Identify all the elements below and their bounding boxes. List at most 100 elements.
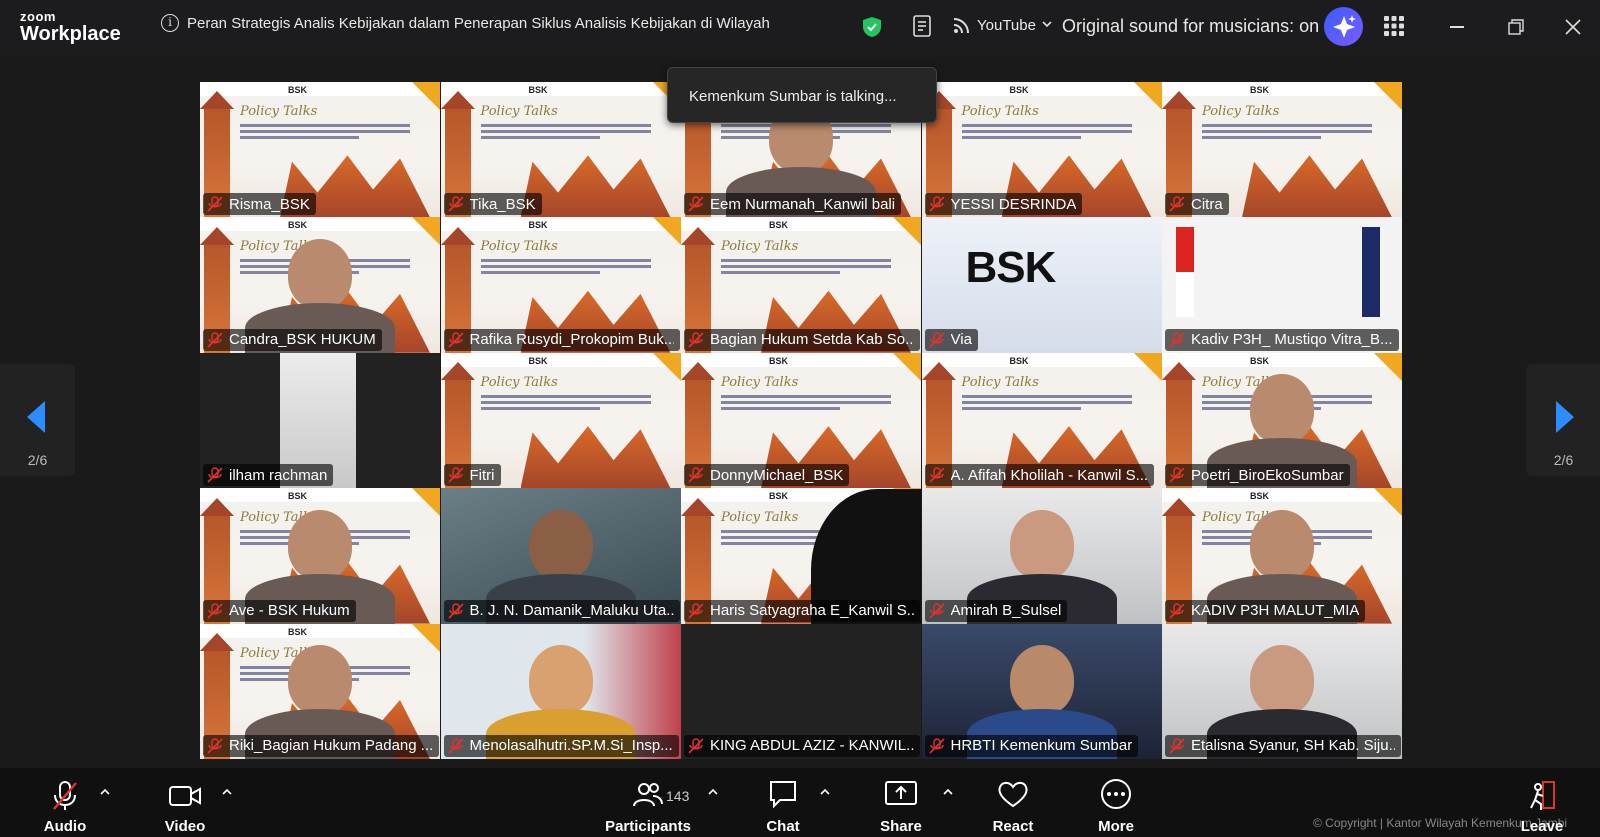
chat-button[interactable]: Chat [755,768,811,837]
transcript-icon[interactable] [912,14,934,38]
video-button[interactable]: Video [157,768,213,837]
participant-tile[interactable]: BSK Policy Talks Candra_BSK HUKUM [200,217,440,353]
apps-grid-icon[interactable] [1384,16,1404,36]
arrow-right-icon [1556,401,1574,433]
participant-tile[interactable]: BSK Policy Talks Fitri [440,352,681,489]
slide-header-band: BSK [1162,352,1402,367]
info-icon[interactable]: i [161,14,179,32]
slide-rumah-gadang-roof [520,155,671,218]
microphone-muted-icon [447,196,464,212]
slide-cursive-title: Policy Talks [480,239,558,255]
participants-options-chevron-icon[interactable] [707,786,719,798]
microphone-muted-icon [1169,738,1185,754]
previous-page-button[interactable]: 2/6 [0,364,75,476]
participant-name: ilham rachman [229,466,328,484]
participant-name-tag: B. J. N. Damanik_Maluku Uta... [443,599,680,622]
participant-tile[interactable]: BSK Policy Talks Bagian Hukum Setda Kab So… [681,217,921,353]
participant-tile[interactable]: BSK Via [921,217,1162,353]
video-camera-icon [169,786,201,806]
participant-tile[interactable]: Kadiv P3H_ Mustiqo Vitra_B... [1162,217,1402,353]
participant-tile[interactable]: BSK Policy Talks Risma_BSK [200,82,440,218]
participant-tile[interactable]: KING ABDUL AZIZ - KANWIL... [681,623,921,759]
participant-name: YESSI DESRINDA [950,195,1077,213]
participant-name: Poetri_BiroEkoSumbar [1191,466,1344,484]
participant-tile[interactable]: HRBTI Kemenkum Sumbar [921,623,1162,759]
audio-button[interactable]: Audio [37,768,93,837]
slide-text-lines [721,394,891,411]
participant-tile[interactable]: BSK Policy Talks Rafika Rusydi_Prokopim Bu… [440,217,681,353]
participant-tile[interactable]: BSK Policy Talks Riki_Bagian Hukum Padang … [200,623,440,759]
participant-name: Via [950,331,972,349]
participant-name-tag: Haris Satyagraha E_Kanwil S... [684,599,920,622]
slide-header-band: BSK [200,82,440,96]
slide-header-band: BSK [921,82,1162,96]
original-sound-toggle[interactable]: Original sound for musicians: on [1062,16,1319,37]
participant-name-tag: Amirah B_Sulsel [924,599,1068,622]
microphone-muted-icon [688,738,704,754]
microphone-muted-icon [1169,332,1185,348]
participant-tile[interactable]: BSK Policy Talks Poetri_BiroEkoSumbar [1162,352,1402,489]
restore-icon[interactable] [1508,19,1524,35]
participant-name: Rafika Rusydi_Prokopim Buk... [469,331,674,349]
chevron-down-icon[interactable] [1041,17,1053,31]
audio-options-chevron-icon[interactable] [99,786,111,798]
page-indicator-right: 2/6 [1553,452,1574,468]
close-icon[interactable] [1565,19,1581,35]
slide-bsk-text: BSK [1250,491,1270,502]
participant-tile[interactable]: BSK Policy Talks YESSI DESRINDA [921,82,1162,218]
more-button[interactable]: More [1088,768,1144,837]
participant-count: 143 [666,788,690,804]
participant-name: A. Afifah Kholilah - Kanwil S... [950,466,1149,484]
slide-header-band: BSK [440,217,681,232]
slide-cursive-title: Policy Talks [961,104,1039,119]
microphone-muted-icon [207,196,223,212]
participant-tile[interactable]: Amirah B_Sulsel [921,488,1162,624]
live-stream-icon[interactable] [952,17,972,35]
microphone-muted-icon [207,602,223,619]
participant-tile[interactable]: Menolasalhutri.SP.M.Si_Insp... [440,623,681,759]
bsk-logo: BSK [965,243,1057,293]
slide-header-band: BSK [440,352,681,367]
leave-button[interactable]: Leave [1514,768,1570,837]
participant-name: Risma_BSK [229,195,310,213]
participant-tile[interactable]: Etalisna Syanur, SH Kab. Siju... [1162,623,1402,759]
participant-tile[interactable]: ilham rachman [200,352,440,489]
participant-tile[interactable]: B. J. N. Damanik_Maluku Uta... [440,488,681,624]
slide-cursive-title: Policy Talks [961,374,1039,390]
participant-tile[interactable]: BSK Policy Talks Ave - BSK Hukum [200,488,440,624]
microphone-muted-icon [1169,602,1185,619]
slide-bsk-text: BSK [1009,355,1029,366]
participant-tile[interactable]: BSK Policy Talks KADIV P3H MALUT_MIA [1162,488,1402,624]
slide-text-lines [961,124,1132,140]
participant-name-tag: Kadiv P3H_ Mustiqo Vitra_B... [1165,328,1399,351]
participant-name-tag: Rafika Rusydi_Prokopim Buk... [443,328,680,351]
slide-rumah-gadang-roof [520,426,671,489]
participant-tile[interactable]: BSK Policy Talks Citra [1162,82,1402,218]
slide-header-band: BSK [200,217,440,232]
participant-name: Etalisna Syanur, SH Kab. Siju... [1191,737,1395,755]
flag-indonesia [1176,227,1194,318]
participant-name: Menolasalhutri.SP.M.Si_Insp... [469,737,673,755]
microphone-muted-icon [928,602,945,619]
react-button[interactable]: React [985,768,1041,837]
video-options-chevron-icon[interactable] [221,786,233,798]
slide-header-band: BSK [1162,488,1402,503]
shield-icon[interactable] [862,16,882,38]
share-screen-button[interactable]: Share [873,768,929,837]
participant-name-tag: KADIV P3H MALUT_MIA [1165,599,1366,622]
participant-name-tag: Poetri_BiroEkoSumbar [1165,464,1350,487]
stream-target-label[interactable]: YouTube [977,17,1036,34]
participant-tile[interactable]: BSK Policy Talks Tika_BSK [440,82,681,218]
chat-options-chevron-icon[interactable] [819,786,831,798]
participant-tile[interactable]: BSK Policy Talks A. Afifah Kholilah - Kanw… [921,352,1162,489]
minimize-icon[interactable] [1450,26,1464,28]
microphone-muted-icon [447,467,464,483]
share-options-chevron-icon[interactable] [942,786,954,798]
slide-corner [893,352,921,381]
participant-tile[interactable]: BSK Policy Talks DonnyMichael_BSK [681,352,921,489]
participant-tile[interactable]: BSK Policy Talks Haris Satyagraha E_Kanwil… [681,488,921,624]
slide-text-lines [480,259,651,275]
microphone-muted-icon [207,738,223,754]
next-page-button[interactable]: 2/6 [1526,364,1600,476]
ai-companion-button[interactable] [1324,7,1363,46]
